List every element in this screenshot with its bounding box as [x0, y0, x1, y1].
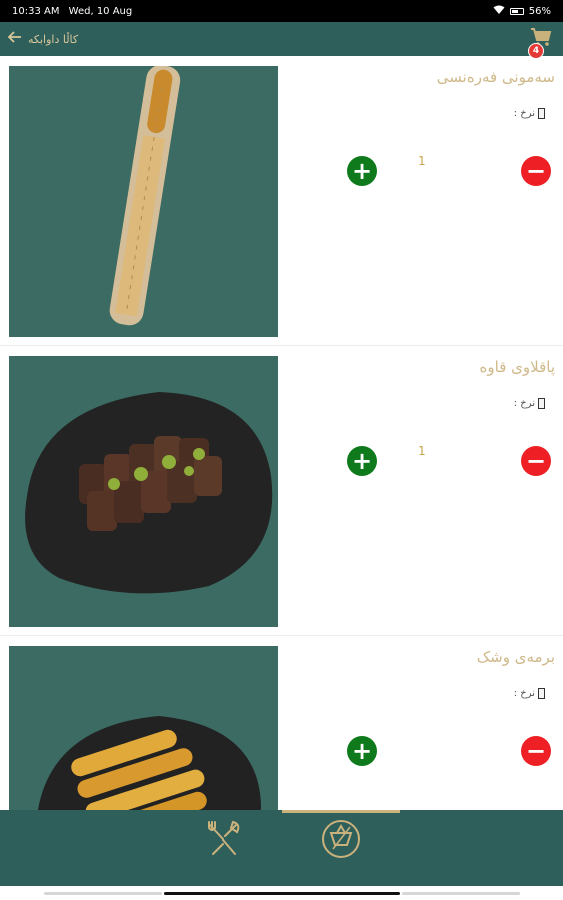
product-name: پاقلاوی قاوە — [479, 358, 555, 376]
product-type: نرخ : — [514, 688, 545, 699]
product-list: سەمونی فەرەنسی نرخ : + 1 − پاقلاوی قاوە … — [0, 56, 563, 810]
add-quantity-button[interactable]: + — [347, 156, 377, 186]
type-checkbox[interactable] — [538, 398, 545, 409]
product-type: نرخ : — [514, 398, 545, 409]
system-navigation-bar — [0, 886, 563, 900]
plus-icon: + — [351, 447, 373, 475]
fork-knife-icon — [203, 818, 245, 864]
status-time: 10:33 AM — [12, 5, 60, 17]
app-bar: کاڵا داوابکە 4 — [0, 22, 563, 59]
nav-indicator-right — [402, 892, 520, 895]
back-arrow-icon — [7, 31, 22, 47]
wifi-icon — [493, 5, 505, 18]
product-item: پاقلاوی قاوە نرخ : + 1 − — [0, 346, 563, 636]
minus-icon: − — [525, 157, 547, 185]
type-checkbox[interactable] — [538, 688, 545, 699]
remove-quantity-button[interactable]: − — [521, 446, 551, 476]
back-button[interactable]: کاڵا داوابکە — [7, 31, 79, 47]
product-image-baklava[interactable] — [9, 356, 278, 627]
status-right: 56% — [493, 5, 551, 18]
add-quantity-button[interactable]: + — [347, 736, 377, 766]
product-image-fried-rolls[interactable] — [9, 646, 278, 810]
home-gesture-bar[interactable] — [164, 892, 400, 895]
status-bar: 10:33 AM Wed, 10 Aug 56% — [0, 0, 563, 22]
type-label: نرخ : — [513, 108, 535, 119]
status-date: Wed, 10 Aug — [68, 5, 133, 17]
product-type: نرخ : — [514, 108, 545, 119]
basket-icon — [319, 817, 363, 865]
nav-indicator-left — [44, 892, 162, 895]
product-name: برمەی وشک — [476, 648, 555, 666]
quantity-value: 1 — [418, 444, 426, 458]
minus-icon: − — [525, 737, 547, 765]
product-image-baguette[interactable] — [9, 66, 278, 337]
battery-icon — [509, 7, 524, 15]
type-checkbox[interactable] — [538, 108, 545, 119]
product-item: سەمونی فەرەنسی نرخ : + 1 − — [0, 56, 563, 346]
type-label: نرخ : — [513, 398, 535, 409]
bottom-navigation — [0, 810, 563, 886]
battery-percent: 56% — [528, 5, 551, 17]
quantity-value: 1 — [418, 154, 426, 168]
type-label: نرخ : — [513, 688, 535, 699]
tab-cart[interactable] — [318, 818, 364, 864]
plus-icon: + — [351, 737, 373, 765]
status-left: 10:33 AM Wed, 10 Aug — [12, 6, 138, 17]
remove-quantity-button[interactable]: − — [521, 736, 551, 766]
page-title: کاڵا داوابکە — [28, 32, 79, 46]
active-tab-indicator — [282, 810, 400, 813]
remove-quantity-button[interactable]: − — [521, 156, 551, 186]
cart-button[interactable]: 4 — [527, 25, 555, 59]
product-item: برمەی وشک نرخ : + − — [0, 636, 563, 810]
add-quantity-button[interactable]: + — [347, 446, 377, 476]
product-name: سەمونی فەرەنسی — [436, 68, 555, 86]
plus-icon: + — [351, 157, 373, 185]
tab-menu[interactable] — [201, 818, 247, 864]
minus-icon: − — [525, 447, 547, 475]
